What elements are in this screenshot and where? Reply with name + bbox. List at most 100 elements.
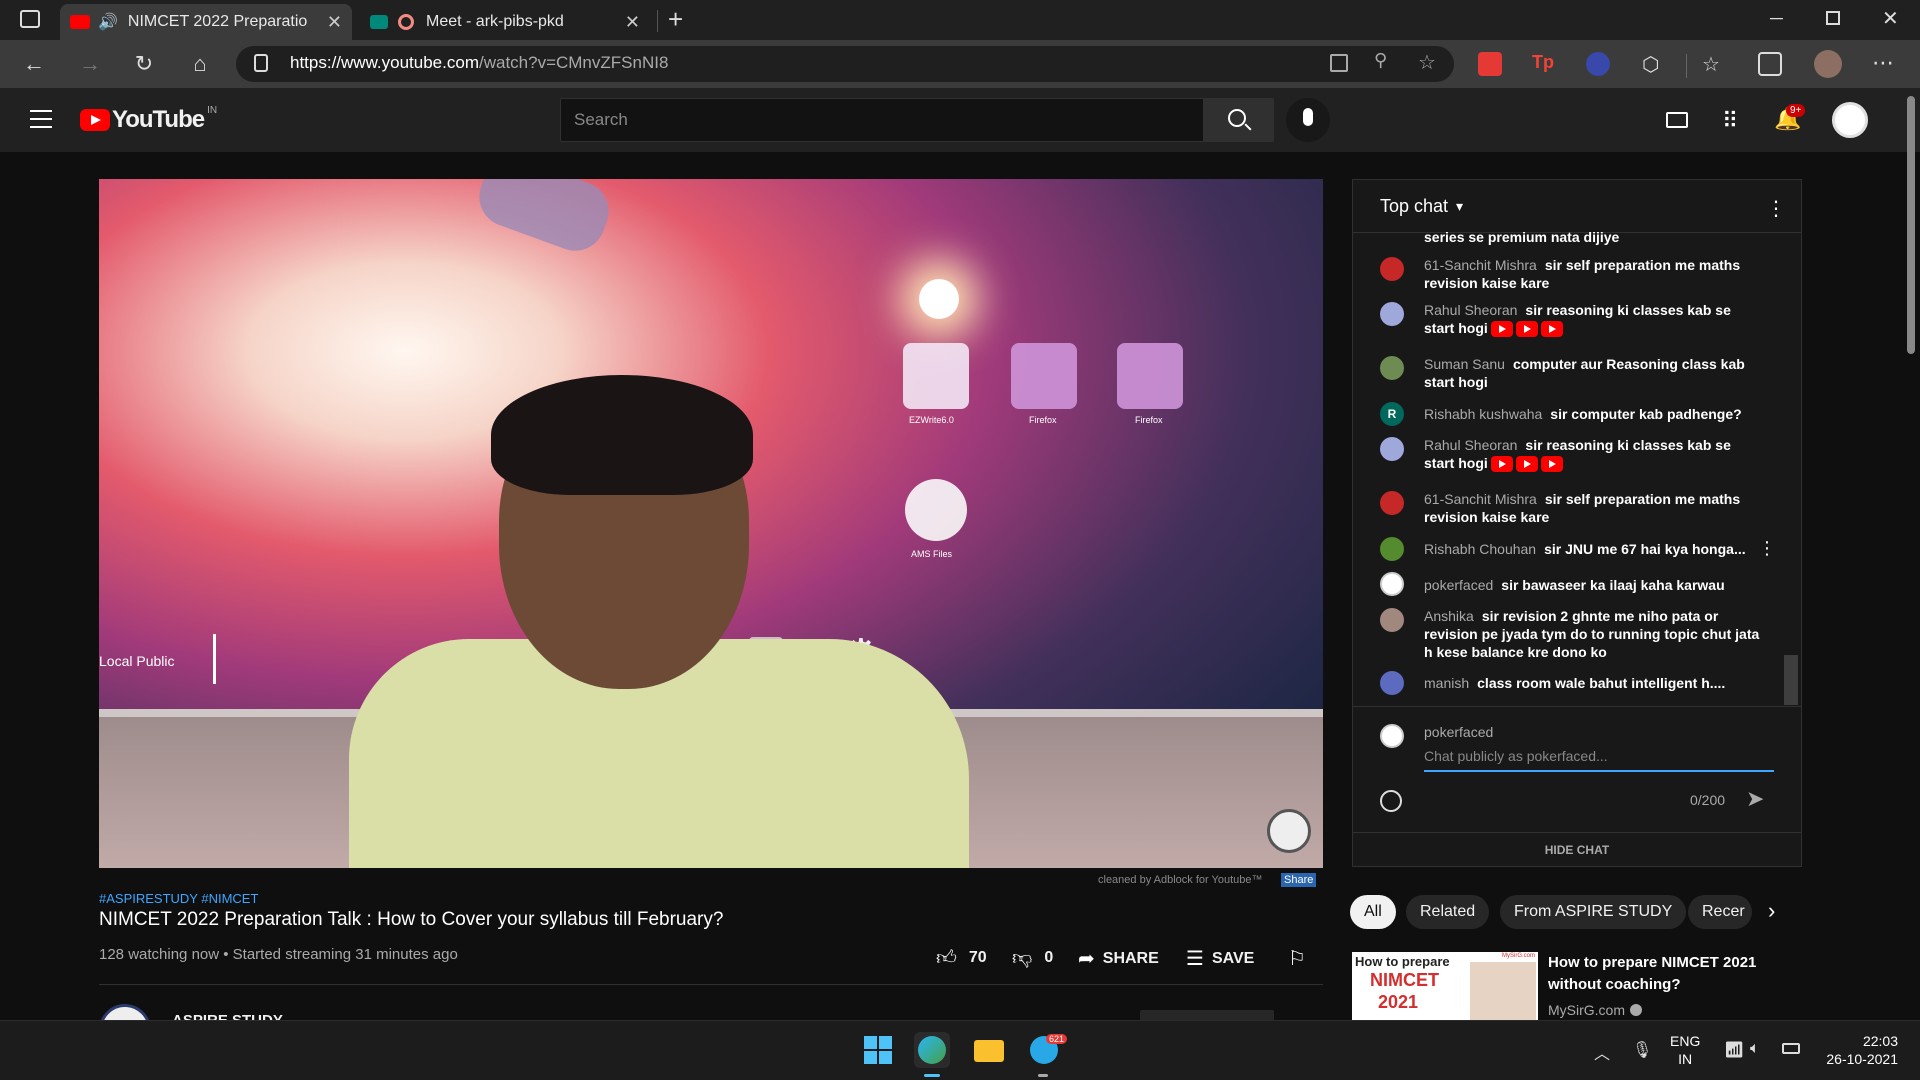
tab-meet[interactable]: Meet - ark-pibs-pkd ✕ — [360, 4, 650, 40]
share-button[interactable]: ➦ SHARE — [1078, 946, 1159, 971]
close-tab-icon[interactable]: ✕ — [625, 12, 640, 33]
verified-icon — [1630, 1004, 1642, 1016]
volume-icon[interactable]: 🔈︎ — [1750, 1040, 1760, 1058]
emoji-icon[interactable] — [1380, 790, 1402, 812]
battery-icon[interactable] — [1782, 1043, 1800, 1054]
clock[interactable]: 22:03 26-10-2021 — [1820, 1032, 1898, 1068]
account-avatar[interactable] — [1832, 102, 1868, 138]
chat-scrollbar[interactable] — [1784, 655, 1798, 705]
settings-more-icon[interactable]: ⋯ — [1872, 50, 1894, 76]
chat-avatar[interactable] — [1380, 302, 1404, 326]
favorites-icon[interactable]: ☆ — [1702, 52, 1726, 76]
chat-message: Suman Sanu computer aur Reasoning class k… — [1424, 356, 1745, 390]
extensions-icon[interactable]: ⬡ — [1642, 52, 1666, 76]
adblock-youtube-extension-icon[interactable] — [1478, 52, 1502, 76]
like-button[interactable]: 👍︎ 70 — [936, 946, 987, 970]
chat-avatar[interactable] — [1380, 437, 1404, 461]
windows-start-icon[interactable] — [860, 1032, 896, 1068]
microphone-icon[interactable]: 🎙︎ — [1632, 1040, 1652, 1060]
spacecraft-shape — [470, 179, 618, 260]
tab-actions-icon[interactable] — [20, 10, 40, 28]
chat-input-divider — [1353, 706, 1801, 707]
message-more-icon[interactable]: ⋮ — [1758, 538, 1776, 559]
language-indicator[interactable]: ENG IN — [1670, 1032, 1700, 1068]
search-placeholder: Search — [574, 110, 628, 129]
url-text[interactable]: https://www.youtube.com/watch?v=CMnvZFSn… — [290, 53, 668, 73]
lock-icon[interactable] — [254, 54, 268, 72]
send-icon[interactable]: ➤ — [1746, 786, 1764, 812]
collections-icon[interactable] — [1758, 52, 1782, 76]
save-button[interactable]: ☰ SAVE — [1186, 946, 1254, 971]
chat-avatar[interactable] — [1380, 572, 1404, 596]
file-explorer-icon[interactable] — [970, 1032, 1006, 1068]
minimize-icon[interactable]: ─ — [1770, 8, 1783, 29]
chat-avatar[interactable] — [1380, 537, 1404, 561]
profile-avatar[interactable] — [1814, 50, 1842, 78]
chat-message: Rishabh kushwaha sir computer kab padheng… — [1424, 406, 1742, 422]
recommendation-channel[interactable]: MySirG.com — [1548, 1002, 1642, 1018]
like-count: 70 — [968, 949, 987, 966]
tp-extension-icon[interactable]: Tp — [1532, 52, 1556, 76]
chat-message: 61-Sanchit Mishra sir self preparation me… — [1424, 257, 1741, 291]
zoom-icon[interactable]: ⚲ — [1374, 50, 1387, 71]
hide-chat-button[interactable]: HIDE CHAT — [1353, 843, 1801, 857]
adblock-share-button[interactable]: Share — [1281, 873, 1317, 887]
chip-recent[interactable]: Recer — [1688, 895, 1752, 929]
new-tab-icon[interactable]: + — [668, 4, 683, 35]
youtube-emoji-icon — [1540, 456, 1563, 473]
speaker-icon[interactable]: 🔊 — [98, 12, 118, 32]
close-window-icon[interactable]: ✕ — [1882, 6, 1899, 31]
chip-related[interactable]: Related — [1406, 895, 1490, 929]
edge-browser-icon[interactable] — [914, 1032, 950, 1068]
chat-input[interactable]: Chat publicly as pokerfaced... — [1424, 748, 1774, 772]
app-available-icon[interactable] — [1330, 54, 1348, 72]
chip-from-channel[interactable]: From ASPIRE STUDY — [1500, 895, 1687, 929]
chat-input-placeholder: Chat publicly as pokerfaced... — [1424, 748, 1608, 764]
home-icon[interactable]: ⌂ — [184, 50, 216, 78]
page-scrollbar[interactable] — [1907, 96, 1915, 354]
chat-header[interactable]: Top chat ▾ — [1380, 196, 1463, 217]
chat-avatar[interactable] — [1380, 257, 1404, 281]
thumbs-up-icon: 👍︎ — [936, 947, 957, 969]
youtube-logo[interactable]: YouTube IN — [80, 105, 217, 134]
video-player[interactable]: EZWrite6.0 Firefox Firefox AMS Files Loc… — [99, 179, 1323, 868]
recommendation-title[interactable]: How to prepare NIMCET 2021 without coach… — [1548, 952, 1784, 996]
youtube-favicon-icon — [70, 15, 90, 29]
tab-youtube[interactable]: 🔊 NIMCET 2022 Preparation Ta ✕ — [60, 4, 352, 40]
chat-avatar[interactable]: R — [1380, 402, 1404, 426]
glasses-extension-icon[interactable] — [1586, 52, 1610, 76]
recommendation-thumbnail[interactable]: How to prepare NIMCET 2021 MySirG.com — [1352, 952, 1538, 1020]
report-flag-icon[interactable]: ⚐ — [1288, 946, 1306, 971]
back-icon[interactable]: ← — [18, 50, 50, 78]
close-tab-icon[interactable]: ✕ — [327, 12, 342, 33]
toolbar-divider — [1686, 54, 1687, 78]
create-video-icon[interactable] — [1666, 112, 1688, 128]
active-app-indicator — [924, 1074, 940, 1077]
chat-avatar[interactable] — [1380, 491, 1404, 515]
thumbs-down-icon: 👎︎ — [1012, 947, 1033, 969]
video-hashtags[interactable]: #ASPIRESTUDY #NIMCET — [99, 891, 258, 906]
favorite-add-icon[interactable]: ☆ — [1418, 50, 1436, 75]
chevron-right-icon[interactable]: › — [1768, 898, 1775, 924]
voice-search-button[interactable] — [1286, 98, 1330, 142]
dislike-button[interactable]: 👎︎ 0 — [1012, 946, 1053, 970]
youtube-play-icon — [80, 109, 110, 131]
hamburger-menu-icon[interactable] — [30, 110, 52, 128]
chip-all[interactable]: All — [1350, 895, 1396, 929]
apps-grid-icon[interactable]: ⠿ — [1722, 108, 1738, 134]
youtube-emoji-icon — [1515, 456, 1538, 473]
show-hidden-icons-chevron-icon[interactable]: ︿ — [1594, 1040, 1610, 1064]
wifi-icon[interactable]: 📶︎ — [1724, 1040, 1744, 1060]
video-title: NIMCET 2022 Preparation Talk : How to Co… — [99, 909, 724, 930]
chat-avatar[interactable] — [1380, 671, 1404, 695]
search-button[interactable] — [1204, 98, 1274, 142]
app-tile-ams — [905, 479, 967, 541]
chat-message: 61-Sanchit Mishra sir self preparation me… — [1424, 491, 1741, 525]
forward-icon[interactable]: → — [74, 50, 106, 78]
refresh-icon[interactable]: ↻ — [128, 50, 160, 78]
chat-avatar[interactable] — [1380, 356, 1404, 380]
maximize-icon[interactable] — [1826, 11, 1840, 25]
chat-avatar[interactable] — [1380, 608, 1404, 632]
search-input[interactable] — [560, 98, 1204, 142]
chat-more-icon[interactable]: ⋮ — [1766, 196, 1786, 221]
